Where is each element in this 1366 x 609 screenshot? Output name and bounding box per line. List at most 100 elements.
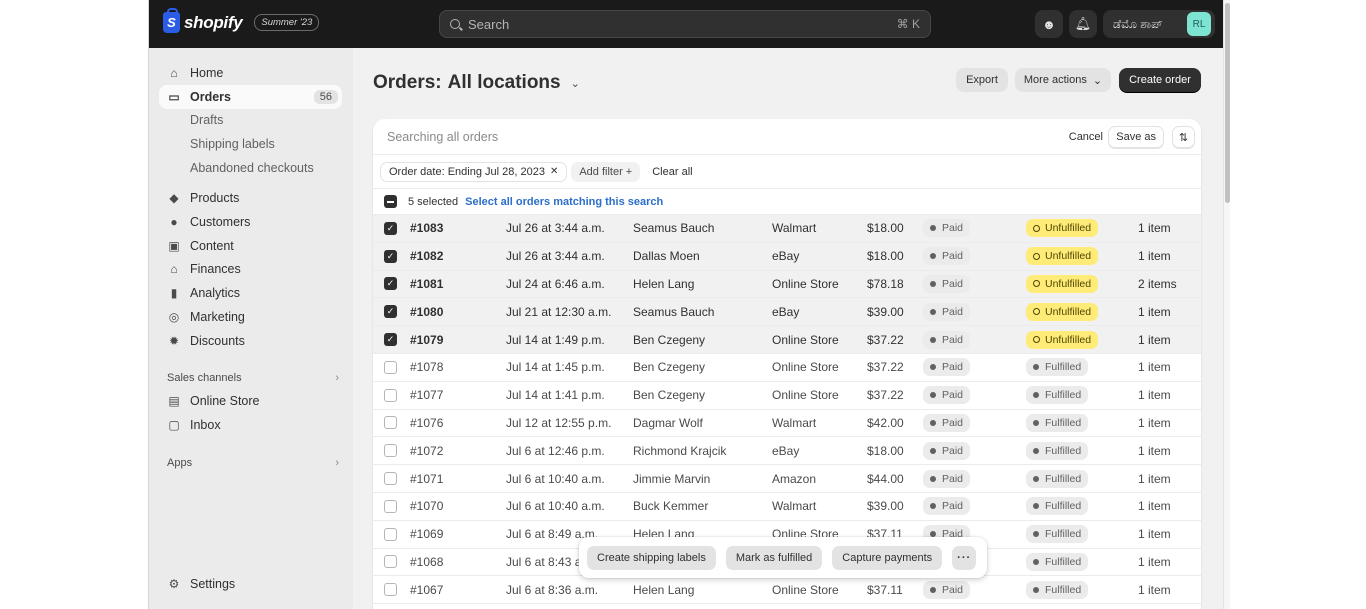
order-number[interactable]: #1079	[410, 333, 443, 347]
sort-button[interactable]: ⇅	[1172, 126, 1195, 148]
order-row[interactable]: #1072 Jul 6 at 12:46 p.m. Richmond Krajcik…	[373, 437, 1201, 466]
row-checkbox[interactable]	[384, 388, 397, 402]
row-checkbox[interactable]	[384, 360, 397, 374]
orders-search-input[interactable]: Searching all orders	[387, 130, 498, 144]
order-number[interactable]: #1071	[410, 472, 443, 486]
order-number[interactable]: #1078	[410, 360, 443, 374]
order-customer: Seamus Bauch	[633, 221, 715, 236]
fulfillment-status-badge: Fulfilled	[1026, 497, 1089, 516]
sidebar-item-abandoned-checkouts[interactable]: Abandoned checkouts	[159, 156, 342, 180]
order-row[interactable]: #1067 Jul 6 at 8:36 a.m. Helen Lang Online …	[373, 576, 1201, 605]
sidebar-item-analytics[interactable]: ▮ Analytics	[159, 281, 342, 305]
order-number[interactable]: #1077	[410, 388, 443, 402]
shopify-logo[interactable]: S shopify Summer '23	[163, 8, 320, 33]
row-checkbox[interactable]: ✓	[384, 249, 397, 263]
payment-status-badge: Paid	[923, 386, 971, 405]
export-button[interactable]: Export	[956, 68, 1008, 92]
order-number[interactable]: #1067	[410, 583, 443, 597]
order-date: Jul 12 at 12:55 p.m.	[506, 415, 612, 430]
home-icon: ⌂	[170, 66, 178, 80]
fulfillment-status-badge: Fulfilled	[1026, 441, 1089, 460]
row-checkbox[interactable]: ✓	[384, 277, 397, 291]
row-checkbox[interactable]	[384, 444, 397, 458]
order-row[interactable]: #1078 Jul 14 at 1:45 p.m. Ben Czegeny Onlin…	[373, 354, 1201, 382]
select-all-matching-link[interactable]: Select all orders matching this search	[465, 196, 663, 208]
order-row[interactable]: #1076 Jul 12 at 12:55 p.m. Dagmar Wolf Walm…	[373, 410, 1201, 438]
row-checkbox[interactable]: ✓	[384, 333, 397, 347]
close-icon[interactable]: ✕	[550, 166, 558, 177]
save-as-button[interactable]: Save as	[1108, 126, 1164, 148]
sales-channels-header[interactable]: Sales channels ›	[167, 372, 339, 384]
row-checkbox[interactable]	[384, 472, 397, 486]
sidebar-item-discounts[interactable]: ✹ Discounts	[159, 329, 342, 353]
sidebar-item-settings[interactable]: ⚙ Settings	[159, 572, 342, 596]
global-search[interactable]: Search ⌘ K	[439, 10, 931, 38]
fulfillment-status-badge: Fulfilled	[1026, 552, 1089, 571]
sidebar-item-online-store[interactable]: ▤ Online Store	[159, 389, 342, 413]
order-date: Jul 6 at 10:40 a.m.	[506, 499, 605, 514]
order-row[interactable]: #1070 Jul 6 at 10:40 a.m. Buck Kemmer Walma…	[373, 493, 1201, 521]
chevron-down-icon[interactable]: ⌄	[571, 77, 580, 90]
sidebar-item-shipping-labels[interactable]: Shipping labels	[159, 132, 342, 156]
order-number[interactable]: #1081	[410, 277, 443, 291]
capture-payments-button[interactable]: Capture payments	[832, 545, 943, 570]
scrollbar-thumb[interactable]	[1225, 3, 1230, 203]
order-row[interactable]: ✓ #1082 Jul 26 at 3:44 a.m. Dallas Moen eBay…	[373, 242, 1201, 271]
sidebar-item-marketing[interactable]: ◎ Marketing	[159, 305, 342, 329]
add-filter-button[interactable]: Add filter +	[571, 161, 641, 182]
sidekick-button[interactable]: ☻	[1035, 10, 1063, 38]
order-number[interactable]: #1068	[410, 555, 443, 569]
order-row[interactable]: #1071 Jul 6 at 10:40 a.m. Jimmie Marvin Ama…	[373, 465, 1201, 493]
sidebar-item-customers[interactable]: ● Customers	[159, 210, 342, 234]
sidebar-item-label: Products	[190, 191, 240, 205]
cancel-button[interactable]: Cancel	[1069, 131, 1103, 143]
sidebar-item-label: Abandoned checkouts	[190, 161, 314, 175]
row-checkbox[interactable]	[384, 555, 397, 569]
order-number[interactable]: #1070	[410, 499, 443, 513]
inbox-chat-icon: ▢	[168, 418, 180, 432]
chevron-right-icon: ›	[335, 372, 339, 384]
create-shipping-labels-button[interactable]: Create shipping labels	[587, 545, 716, 570]
sidebar-item-inbox[interactable]: ▢ Inbox	[159, 413, 342, 437]
row-checkbox[interactable]: ✓	[384, 305, 397, 319]
order-row[interactable]: ✓ #1081 Jul 24 at 6:46 a.m. Helen Lang Onlin…	[373, 270, 1201, 299]
sort-icon: ⇅	[1178, 131, 1189, 144]
order-number[interactable]: #1080	[410, 305, 443, 319]
order-number[interactable]: #1076	[410, 416, 443, 430]
order-number[interactable]: #1072	[410, 444, 443, 458]
sidebar-item-drafts[interactable]: Drafts	[159, 108, 342, 132]
clear-all-button[interactable]: Clear all	[644, 162, 700, 182]
order-number[interactable]: #1069	[410, 527, 443, 541]
sidebar-item-finances[interactable]: ⌂ Finances	[159, 257, 342, 281]
more-actions-button[interactable]: More actions ⌄	[1015, 68, 1111, 92]
order-row[interactable]: ✓ #1079 Jul 14 at 1:49 p.m. Ben Czegeny Onli…	[373, 326, 1201, 354]
sidebar-item-home[interactable]: ⌂ Home	[159, 61, 342, 85]
order-number[interactable]: #1083	[410, 221, 443, 235]
row-checkbox[interactable]	[384, 499, 397, 513]
edition-badge[interactable]: Summer '23	[254, 14, 320, 31]
sidebar-item-products[interactable]: ◆ Products	[159, 186, 342, 210]
more-actions-ellipsis-button[interactable]: ···	[952, 545, 977, 570]
notifications-button[interactable]: 🔔︎	[1069, 10, 1097, 38]
apps-header[interactable]: Apps ›	[167, 457, 339, 469]
mark-as-fulfilled-button[interactable]: Mark as fulfilled	[725, 545, 823, 570]
select-all-checkbox[interactable]	[384, 195, 397, 208]
row-checkbox[interactable]: ✓	[384, 221, 397, 235]
order-row[interactable]: #1077 Jul 14 at 1:41 p.m. Ben Czegeny Onlin…	[373, 382, 1201, 410]
sidebar-item-content[interactable]: ▣ Content	[159, 234, 342, 258]
row-checkbox[interactable]	[384, 583, 397, 597]
location-selector[interactable]: All locations	[448, 72, 561, 94]
order-row[interactable]: ✓ #1080 Jul 21 at 12:30 a.m. Seamus Bauch eB…	[373, 298, 1201, 327]
store-menu[interactable]: ಡೆಮೊ ಶಾಪ್ RL	[1103, 10, 1215, 38]
order-date-filter-chip[interactable]: Order date: Ending Jul 28, 2023 ✕	[380, 161, 568, 182]
order-channel: Online Store	[772, 360, 839, 375]
sidebar-item-orders[interactable]: ▭ Orders 56	[159, 85, 342, 109]
row-checkbox[interactable]	[384, 527, 397, 541]
row-checkbox[interactable]	[384, 416, 397, 430]
order-number[interactable]: #1082	[410, 249, 443, 263]
order-channel: eBay	[772, 249, 800, 264]
order-row[interactable]: ✓ #1083 Jul 26 at 3:44 a.m. Seamus Bauch Wal…	[373, 215, 1201, 243]
create-order-button[interactable]: Create order	[1119, 68, 1201, 92]
brand-name: shopify	[184, 12, 243, 32]
page-scrollbar[interactable]	[1223, 0, 1230, 609]
